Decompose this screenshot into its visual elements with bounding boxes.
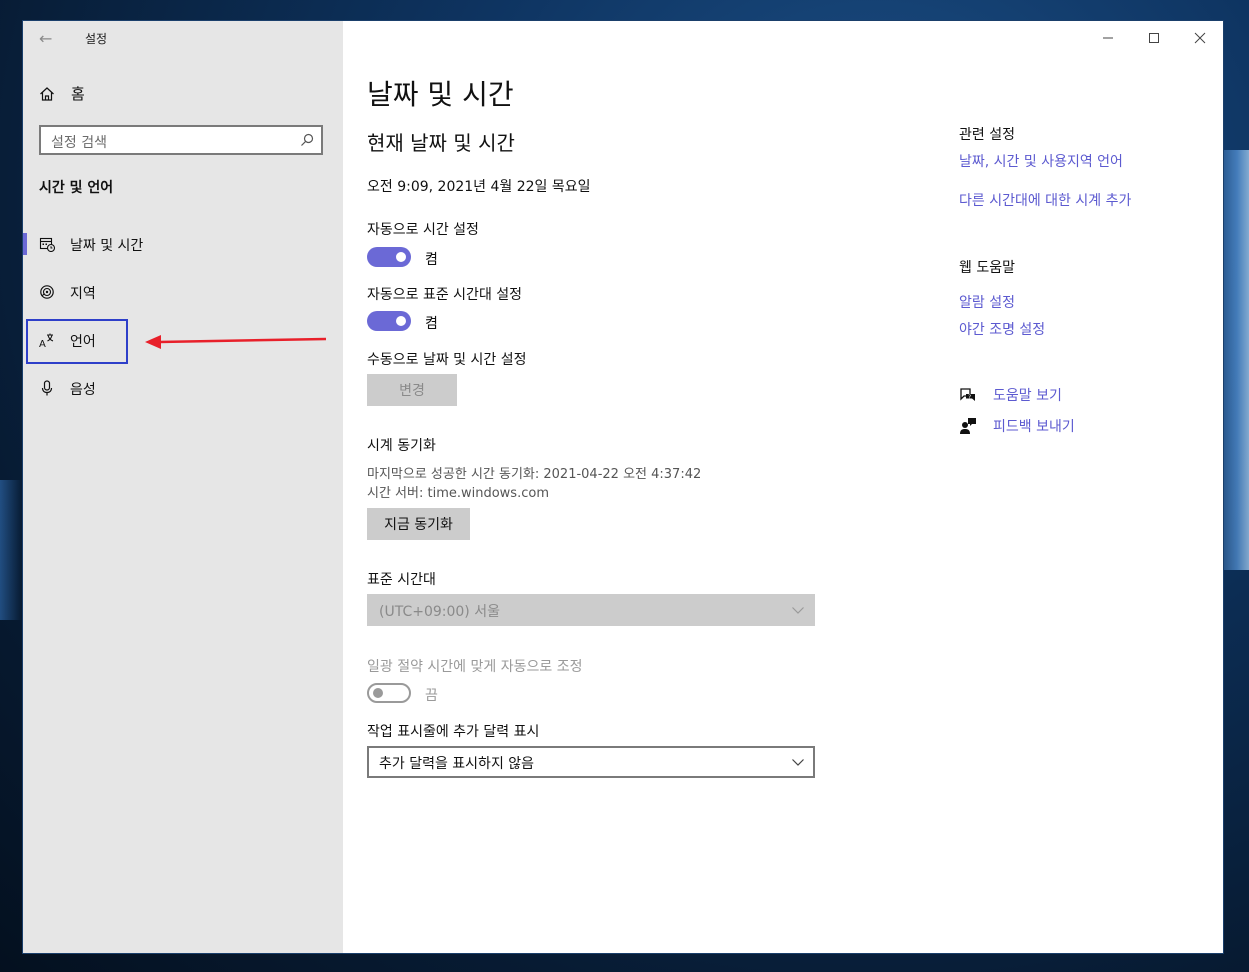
current-date-time: 오전 9:09, 2021년 4월 22일 목요일: [367, 179, 591, 195]
related-settings-heading: 관련 설정: [959, 127, 1015, 143]
dst-toggle[interactable]: [367, 683, 411, 703]
maximize-button[interactable]: [1131, 21, 1177, 55]
search-icon[interactable]: [299, 132, 315, 148]
sidebar-item-label: 날짜 및 시간: [70, 238, 144, 254]
calendar-value: 추가 달력을 표시하지 않음: [379, 756, 535, 772]
sync-now-button[interactable]: 지금 동기화: [367, 508, 470, 540]
window-caption-buttons: [1085, 21, 1223, 55]
minimize-button[interactable]: [1085, 21, 1131, 55]
timezone-select[interactable]: (UTC+09:00) 서울: [367, 594, 815, 626]
sync-heading: 시계 동기화: [367, 438, 436, 454]
send-feedback-link[interactable]: 피드백 보내기: [959, 416, 1075, 436]
region-language-link[interactable]: 날짜, 시간 및 사용지역 언어: [959, 151, 1123, 171]
sidebar: ← 설정 홈 설정 검색 시간 및 언어 날짜 및 시간 지역 A 언어 음성: [23, 21, 343, 953]
sidebar-item-label: 지역: [70, 286, 96, 302]
time-server-text: 시간 서버: time.windows.com: [367, 486, 549, 501]
manual-set-label: 수동으로 날짜 및 시간 설정: [367, 352, 527, 368]
sidebar-item-region[interactable]: 지역: [23, 272, 343, 312]
settings-window: ← 설정 홈 설정 검색 시간 및 언어 날짜 및 시간 지역 A 언어 음성 …: [23, 21, 1223, 953]
web-help-heading: 웹 도움말: [959, 260, 1015, 276]
annotation-highlight-box: [26, 319, 128, 364]
chevron-down-icon: [792, 759, 804, 766]
section-title: 시간 및 언어: [39, 180, 114, 196]
annotation-arrow: [145, 335, 327, 349]
calendar-clock-icon: [39, 237, 55, 252]
window-title: 설정: [85, 32, 108, 46]
calendar-select[interactable]: 추가 달력을 표시하지 않음: [367, 746, 815, 778]
maximize-icon: [1149, 33, 1159, 43]
minimize-icon: [1103, 37, 1113, 39]
timezone-label: 표준 시간대: [367, 572, 436, 588]
page-title: 날짜 및 시간: [367, 78, 514, 111]
auto-timezone-toggle[interactable]: [367, 311, 411, 331]
auto-time-label: 자동으로 시간 설정: [367, 222, 479, 238]
home-link[interactable]: 홈: [39, 83, 85, 104]
auto-timezone-label: 자동으로 표준 시간대 설정: [367, 287, 523, 303]
chevron-down-icon: [792, 607, 804, 614]
last-sync-text: 마지막으로 성공한 시간 동기화: 2021-04-22 오전 4:37:42: [367, 467, 702, 482]
sidebar-item-speech[interactable]: 음성: [23, 368, 343, 408]
microphone-icon: [41, 380, 53, 396]
sidebar-item-date-time[interactable]: 날짜 및 시간: [23, 224, 343, 264]
help-chat-icon: ?: [960, 388, 975, 401]
svg-text:?: ?: [968, 394, 971, 401]
home-label: 홈: [71, 85, 85, 103]
close-button[interactable]: [1177, 21, 1223, 55]
feedback-icon: [960, 418, 976, 434]
search-box[interactable]: 설정 검색: [39, 125, 323, 155]
search-input[interactable]: 설정 검색: [51, 132, 107, 152]
alarm-settings-link[interactable]: 알람 설정: [959, 292, 1015, 312]
dst-state: 끔: [425, 688, 438, 704]
get-help-label: 도움말 보기: [993, 388, 1062, 404]
close-icon: [1194, 32, 1206, 44]
back-arrow-icon[interactable]: ←: [39, 29, 52, 48]
globe-icon: [40, 285, 54, 299]
main-content: 날짜 및 시간 현재 날짜 및 시간 오전 9:09, 2021년 4월 22일…: [343, 21, 1223, 953]
timezone-value: (UTC+09:00) 서울: [379, 604, 500, 620]
auto-timezone-state: 켬: [425, 316, 438, 332]
change-button[interactable]: 변경: [367, 374, 457, 406]
auto-time-toggle[interactable]: [367, 247, 411, 267]
night-light-link[interactable]: 야간 조명 설정: [959, 319, 1045, 339]
sidebar-item-label: 음성: [70, 382, 96, 398]
current-date-time-heading: 현재 날짜 및 시간: [367, 131, 515, 155]
calendar-label: 작업 표시줄에 추가 달력 표시: [367, 724, 540, 740]
dst-label: 일광 절약 시간에 맞게 자동으로 조정: [367, 659, 583, 675]
add-clocks-link[interactable]: 다른 시간대에 대한 시계 추가: [959, 190, 1131, 210]
home-icon: [40, 86, 54, 101]
get-help-link[interactable]: ? 도움말 보기: [959, 385, 1062, 405]
auto-time-state: 켬: [425, 252, 438, 268]
send-feedback-label: 피드백 보내기: [993, 419, 1075, 435]
selected-indicator: [23, 233, 27, 255]
wallpaper-light-streak-left: [0, 480, 22, 620]
